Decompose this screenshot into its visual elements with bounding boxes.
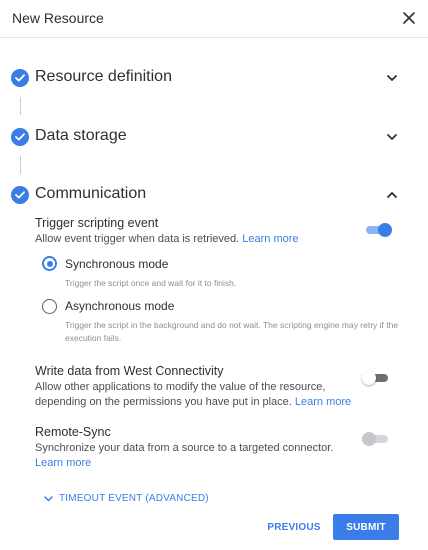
trigger-scripting-title: Trigger scripting event bbox=[35, 216, 159, 230]
synchronous-mode-radio[interactable] bbox=[42, 256, 57, 271]
chevron-down-icon[interactable] bbox=[385, 130, 399, 144]
remote-sync-title: Remote-Sync bbox=[35, 425, 111, 439]
remote-sync-description: Synchronize your data from a source to a… bbox=[35, 441, 345, 471]
remote-sync-toggle[interactable] bbox=[362, 430, 390, 448]
toggle-thumb bbox=[378, 223, 392, 237]
toggle-thumb bbox=[362, 371, 376, 385]
trigger-scripting-description: Allow event trigger when data is retriev… bbox=[35, 232, 335, 247]
write-data-title: Write data from West Connectivity bbox=[35, 364, 224, 378]
write-data-description: Allow other applications to modify the v… bbox=[35, 380, 360, 410]
step-resource-definition[interactable]: Resource definition bbox=[11, 67, 403, 89]
step-data-storage[interactable]: Data storage bbox=[11, 126, 403, 148]
close-button[interactable] bbox=[398, 7, 420, 29]
close-icon bbox=[403, 12, 415, 24]
write-data-toggle[interactable] bbox=[362, 369, 390, 387]
learn-more-link[interactable]: Learn more bbox=[35, 457, 91, 469]
dialog-title: New Resource bbox=[12, 10, 104, 26]
step-title: Communication bbox=[35, 185, 147, 202]
new-resource-dialog: New Resource Resource definition Data st… bbox=[0, 0, 428, 550]
description-text: Synchronize your data from a source to a… bbox=[35, 442, 334, 454]
description-text: Allow event trigger when data is retriev… bbox=[35, 233, 240, 245]
step-title: Data storage bbox=[35, 127, 127, 144]
chevron-up-icon[interactable] bbox=[385, 188, 399, 202]
step-connector bbox=[20, 97, 21, 115]
chevron-down-icon bbox=[44, 495, 53, 501]
previous-button[interactable]: PREVIOUS bbox=[262, 516, 326, 538]
asynchronous-mode-label[interactable]: Asynchronous mode bbox=[65, 299, 174, 313]
check-circle-icon bbox=[11, 128, 29, 146]
radio-dot bbox=[46, 260, 53, 267]
synchronous-mode-hint: Trigger the script once and wait for it … bbox=[65, 278, 237, 288]
chevron-down-icon[interactable] bbox=[385, 71, 399, 85]
asynchronous-mode-hint: Trigger the script in the background and… bbox=[65, 320, 399, 343]
toggle-thumb bbox=[362, 432, 376, 446]
timeout-event-label: TIMEOUT EVENT (ADVANCED) bbox=[59, 493, 209, 504]
asynchronous-mode-radio[interactable] bbox=[42, 299, 57, 314]
step-title: Resource definition bbox=[35, 68, 172, 85]
dialog-header: New Resource bbox=[0, 0, 428, 38]
check-circle-icon bbox=[11, 186, 29, 204]
trigger-scripting-toggle[interactable] bbox=[364, 221, 392, 239]
step-communication[interactable]: Communication bbox=[11, 184, 403, 206]
step-connector bbox=[20, 156, 21, 174]
check-circle-icon bbox=[11, 69, 29, 87]
learn-more-link[interactable]: Learn more bbox=[295, 396, 351, 408]
synchronous-mode-label[interactable]: Synchronous mode bbox=[65, 257, 168, 271]
description-text: Allow other applications to modify the v… bbox=[35, 381, 326, 408]
submit-button[interactable]: SUBMIT bbox=[333, 514, 399, 540]
timeout-event-advanced-toggle[interactable]: TIMEOUT EVENT (ADVANCED) bbox=[44, 493, 209, 504]
learn-more-link[interactable]: Learn more bbox=[242, 233, 298, 245]
